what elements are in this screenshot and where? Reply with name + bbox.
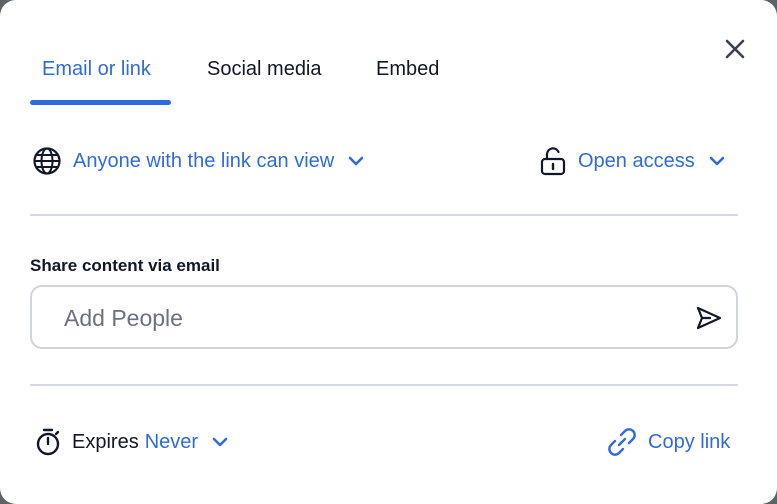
link-permission-label: Anyone with the link can view xyxy=(73,149,335,172)
share-email-section-label: Share content via email xyxy=(30,256,220,275)
link-icon xyxy=(606,426,638,458)
divider xyxy=(30,384,738,386)
send-button[interactable] xyxy=(694,303,724,333)
close-button[interactable] xyxy=(721,35,749,63)
tab-social-media[interactable]: Social media xyxy=(207,58,322,81)
link-permission-dropdown[interactable]: Anyone with the link can view xyxy=(32,145,364,177)
expires-label: Expires xyxy=(72,430,139,453)
unlock-icon xyxy=(540,146,566,176)
tab-email-or-link[interactable]: Email or link xyxy=(42,58,151,81)
access-level-dropdown[interactable]: Open access xyxy=(540,145,725,177)
share-dialog: Email or link Social media Embed Anyone … xyxy=(0,0,777,504)
chevron-down-icon xyxy=(212,437,228,447)
chevron-down-icon xyxy=(348,156,364,166)
expires-value: Never xyxy=(144,430,199,453)
send-icon xyxy=(695,305,723,331)
divider xyxy=(30,214,738,216)
copy-link-label: Copy link xyxy=(648,430,731,453)
stopwatch-icon xyxy=(35,427,61,457)
add-people-field xyxy=(30,285,738,349)
add-people-input[interactable] xyxy=(62,301,666,335)
copy-link-button[interactable]: Copy link xyxy=(606,426,730,458)
chevron-down-icon xyxy=(709,156,725,166)
globe-icon xyxy=(32,146,62,176)
active-tab-indicator xyxy=(30,100,171,105)
expiration-dropdown[interactable]: Expires Never xyxy=(35,426,228,458)
access-level-label: Open access xyxy=(578,149,695,172)
tab-embed[interactable]: Embed xyxy=(376,58,439,81)
close-icon xyxy=(725,39,745,59)
